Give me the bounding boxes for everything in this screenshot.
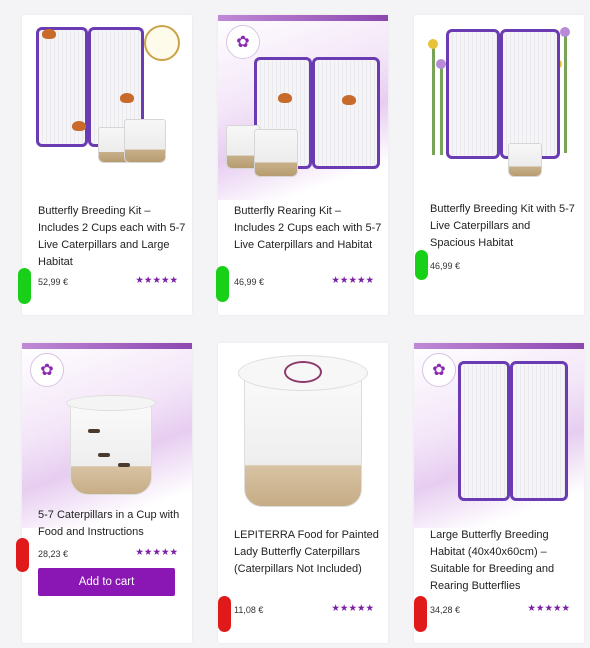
annotation-marker — [415, 250, 428, 280]
product-image[interactable]: ✿ — [218, 15, 388, 200]
product-title[interactable]: 5-7 Caterpillars in a Cup with Food and … — [38, 507, 186, 541]
seal-icon — [144, 25, 180, 61]
rating-stars: ★★★★★ — [331, 275, 374, 286]
product-card[interactable]: ✿ Butterfly Rearing Kit – Includes 2 Cup… — [218, 15, 388, 315]
product-card[interactable]: Butterfly Breeding Kit with 5-7 Live Cat… — [414, 15, 584, 315]
product-card[interactable]: ✿ Large Butterfly Breeding Habitat (40x4… — [414, 343, 584, 643]
product-image[interactable] — [414, 15, 584, 200]
product-price: 46,99 € — [430, 261, 461, 271]
butterfly-icon — [72, 121, 86, 131]
product-price: 28,23 € — [38, 549, 69, 559]
product-title[interactable]: Large Butterfly Breeding Habitat (40x40x… — [430, 527, 578, 595]
add-to-cart-button[interactable]: Add to cart — [38, 568, 175, 596]
butterfly-icon — [120, 93, 134, 103]
product-card[interactable]: ✿ 5-7 Caterpillars in a Cup with Food an… — [22, 343, 192, 643]
rating-stars: ★★★★★ — [135, 547, 178, 558]
rating-stars: ★★★★★ — [527, 603, 570, 614]
product-card[interactable]: Butterfly Breeding Kit – Includes 2 Cups… — [22, 15, 192, 315]
product-image[interactable]: ✿ — [414, 343, 584, 528]
butterfly-logo-icon: ✿ — [422, 353, 456, 387]
product-price: 11,08 € — [234, 605, 264, 615]
butterfly-icon — [342, 95, 356, 105]
product-price: 46,99 € — [234, 277, 265, 287]
product-title[interactable]: LEPITERRA Food for Painted Lady Butterfl… — [234, 527, 382, 578]
annotation-marker — [18, 268, 31, 304]
product-image[interactable] — [218, 343, 388, 528]
butterfly-logo-icon: ✿ — [30, 353, 64, 387]
rating-stars: ★★★★★ — [135, 275, 178, 286]
rating-stars: ★★★★★ — [331, 603, 374, 614]
product-title[interactable]: Butterfly Rearing Kit – Includes 2 Cups … — [234, 203, 382, 254]
product-price: 34,28 € — [430, 605, 461, 615]
product-title[interactable]: Butterfly Breeding Kit with 5-7 Live Cat… — [430, 201, 578, 252]
butterfly-icon — [278, 93, 292, 103]
product-card[interactable]: LEPITERRA Food for Painted Lady Butterfl… — [218, 343, 388, 643]
product-price: 52,99 € — [38, 277, 69, 287]
product-image[interactable] — [22, 15, 192, 200]
product-image[interactable]: ✿ — [22, 343, 192, 528]
butterfly-logo-icon: ✿ — [226, 25, 260, 59]
annotation-marker — [16, 538, 29, 572]
product-title[interactable]: Butterfly Breeding Kit – Includes 2 Cups… — [38, 203, 186, 271]
annotation-marker — [216, 266, 229, 302]
annotation-marker — [414, 596, 427, 632]
butterfly-icon — [42, 29, 56, 39]
annotation-marker — [218, 596, 231, 632]
brand-logo-icon — [284, 361, 322, 383]
